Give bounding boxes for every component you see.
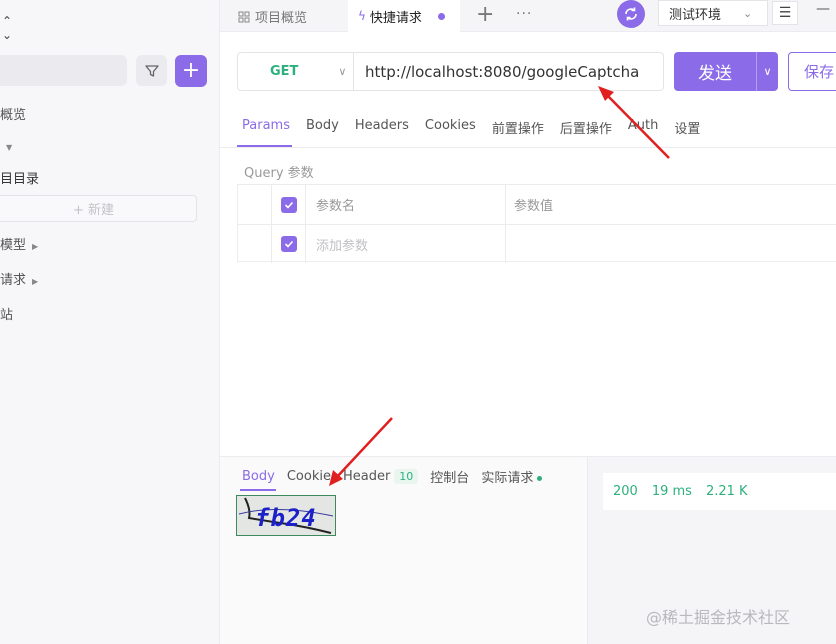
minimize-button[interactable]: — <box>816 1 830 17</box>
param-value-input[interactable] <box>506 225 836 263</box>
select-all-checkbox[interactable] <box>280 196 297 213</box>
response-tab-body[interactable]: Body <box>242 469 275 484</box>
filter-button[interactable] <box>136 55 167 86</box>
captcha-image: fb24 <box>236 495 336 536</box>
status-dot <box>537 476 543 481</box>
watermark: @稀土掘金技术社区 <box>646 608 791 627</box>
caret-right-icon: ▶ <box>32 277 39 286</box>
param-name-input[interactable]: 添加参数 <box>306 225 506 263</box>
divider <box>220 147 836 148</box>
grid-icon <box>238 11 250 22</box>
expand-collapse-icon[interactable]: ⌃ ⌄ <box>2 14 12 42</box>
tab-auth[interactable]: Auth <box>628 118 658 137</box>
more-tabs-icon[interactable]: ··· <box>516 6 532 22</box>
response-time: 19 ms <box>651 484 692 499</box>
sidebar-item-models[interactable]: 模型 ▶ <box>0 234 38 253</box>
sidebar-search-input[interactable] <box>0 55 127 86</box>
sidebar-item-requests[interactable]: 请求 ▶ <box>0 269 38 288</box>
params-table: 参数名 参数值 添加参数 <box>237 184 836 263</box>
tab-quick-request[interactable]: ϟ 快捷请求 <box>348 0 460 32</box>
sidebar: ⌃ ⌄ + 概览 ▼ 目目录 + 新建 模型 ▶ 请求 ▶ 站 <box>0 0 220 644</box>
tab-project-overview[interactable]: 项目概览 <box>238 7 307 26</box>
send-button[interactable]: 发送 ∨ <box>674 52 778 91</box>
method-select[interactable]: GET ∨ <box>237 52 354 91</box>
refresh-icon <box>625 7 637 21</box>
tab-params[interactable]: Params <box>242 118 290 137</box>
sidebar-new-button[interactable]: + 新建 <box>0 195 197 222</box>
unsaved-dot <box>437 12 445 20</box>
sidebar-item-root-directory[interactable]: 目目录 <box>0 168 39 187</box>
captcha-text: fb24 <box>255 504 317 532</box>
add-button[interactable]: + <box>175 55 207 87</box>
tab-cookies[interactable]: Cookies <box>425 118 476 137</box>
menu-button[interactable]: ☰ <box>772 1 798 25</box>
chevron-down-icon: ∨ <box>338 65 347 78</box>
table-header-row: 参数名 参数值 <box>238 185 836 224</box>
sync-button[interactable] <box>617 0 645 28</box>
response-status: 200 19 ms 2.21 K <box>603 473 836 510</box>
captcha-graphic: fb24 <box>237 496 335 535</box>
new-tab-button[interactable]: + <box>476 2 494 27</box>
response-tabs: Body Cookie Header 10 控制台 实际请求 <box>242 467 554 486</box>
query-params-title: Query 参数 <box>244 166 314 181</box>
caret-down-icon: ▼ <box>6 143 13 152</box>
plus-icon: + <box>181 58 201 83</box>
caret-right-icon: ▶ <box>32 242 39 251</box>
status-code: 200 <box>613 484 638 499</box>
environment-select[interactable]: 测试环境 ⌄ <box>658 0 768 26</box>
sidebar-item-overview[interactable]: 概览 <box>0 104 26 123</box>
sidebar-item-expander[interactable]: ▼ <box>0 139 12 154</box>
response-tab-console[interactable]: 控制台 <box>430 467 469 486</box>
response-tab-actual-request[interactable]: 实际请求 <box>481 467 543 486</box>
tab-body[interactable]: Body <box>306 118 339 137</box>
tab-settings[interactable]: 设置 <box>674 118 700 137</box>
active-tab-indicator <box>240 489 276 491</box>
url-input[interactable]: http://localhost:8080/googleCaptcha <box>353 52 664 91</box>
tab-pre-request[interactable]: 前置操作 <box>492 118 544 137</box>
tab-post-request[interactable]: 后置操作 <box>560 118 612 137</box>
response-tab-header[interactable]: Header 10 <box>343 469 419 484</box>
table-row: 添加参数 <box>238 224 836 263</box>
tab-headers[interactable]: Headers <box>355 118 409 137</box>
request-tabs: Params Body Headers Cookies 前置操作 后置操作 Au… <box>242 118 716 137</box>
tab-bar: 项目概览 ϟ 快捷请求 + ··· 测试环境 ⌄ ☰ — <box>220 0 836 32</box>
response-tab-cookie[interactable]: Cookie <box>287 469 331 484</box>
response-size: 2.21 K <box>705 484 748 499</box>
row-checkbox[interactable] <box>280 236 297 252</box>
menu-icon: ☰ <box>778 5 792 21</box>
chevron-down-icon: ⌄ <box>743 6 753 20</box>
filter-icon <box>144 64 159 77</box>
save-button[interactable]: 保存 <box>788 52 836 91</box>
send-options-chevron-icon[interactable]: ∨ <box>757 65 778 78</box>
header-count-badge: 10 <box>394 469 419 484</box>
lightning-icon: ϟ <box>358 9 366 23</box>
sidebar-item-recycle[interactable]: 站 <box>0 304 13 323</box>
